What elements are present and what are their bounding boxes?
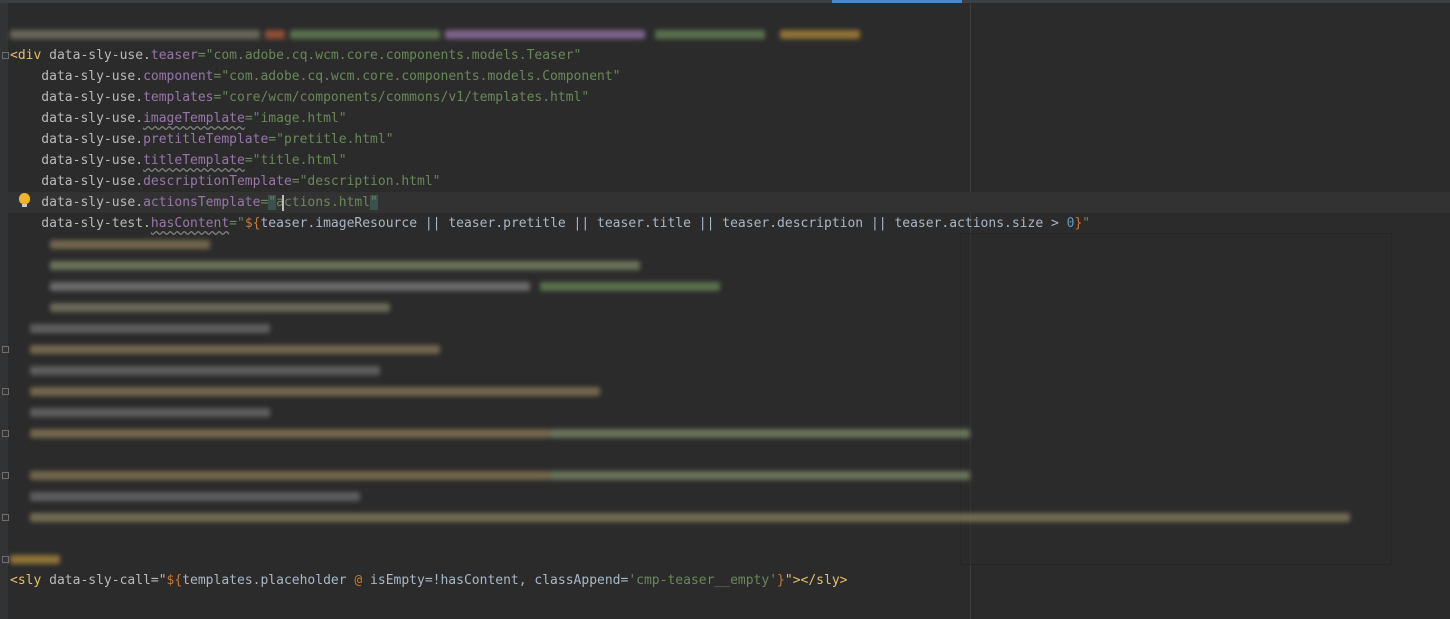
code-token: isEmpty=!hasContent, classAppend= bbox=[362, 573, 629, 588]
code-line[interactable]: data-sly-use.pretitleTemplate="pretitle.… bbox=[10, 129, 394, 150]
code-token: titleTemplate bbox=[143, 153, 245, 168]
code-token: actions.html bbox=[276, 195, 371, 210]
code-token: data-sly-call=" bbox=[41, 573, 167, 588]
blurred-code-body bbox=[10, 236, 1390, 564]
code-token: ="pretitle.html" bbox=[268, 132, 394, 147]
code-token: templates bbox=[143, 90, 214, 105]
code-token: <sly bbox=[10, 573, 42, 588]
code-token: <div bbox=[10, 48, 42, 63]
code-token: data-sly-use. bbox=[10, 195, 144, 210]
fold-marker[interactable] bbox=[2, 472, 9, 479]
blurred-code-top bbox=[10, 28, 870, 42]
editor-tab-strip bbox=[0, 0, 1450, 3]
code-token: descriptionTemplate bbox=[143, 174, 292, 189]
code-token: teaser bbox=[150, 48, 198, 63]
code-token: teaser.imageResource || teaser.pretitle … bbox=[260, 216, 1067, 231]
code-token: hasContent bbox=[150, 216, 230, 231]
code-line[interactable]: data-sly-use.titleTemplate="title.html" bbox=[10, 150, 347, 171]
code-token: =" bbox=[229, 216, 245, 231]
code-token: actionsTemplate bbox=[143, 195, 261, 210]
code-line[interactable]: data-sly-use.imageTemplate="image.html" bbox=[10, 108, 347, 129]
active-tab-indicator[interactable] bbox=[832, 0, 962, 3]
code-token: ="com.adobe.cq.wcm.core.components.model… bbox=[213, 69, 621, 84]
code-token: } bbox=[777, 573, 785, 588]
fold-marker[interactable] bbox=[2, 430, 9, 437]
code-token: imageTemplate bbox=[143, 111, 245, 126]
code-token: ="description.html" bbox=[291, 174, 441, 189]
code-token: "></sly> bbox=[784, 573, 848, 588]
code-token: data-sly-use. bbox=[10, 90, 144, 105]
code-token: 'cmp-teaser__empty' bbox=[628, 573, 778, 588]
code-line[interactable]: data-sly-use.templates="core/wcm/compone… bbox=[10, 87, 589, 108]
code-token: " bbox=[268, 195, 277, 210]
code-token: data-sly-use. bbox=[41, 48, 151, 63]
code-line[interactable]: <sly data-sly-call="${templates.placehol… bbox=[10, 570, 848, 591]
code-token: data-sly-use. bbox=[10, 132, 144, 147]
code-line[interactable]: data-sly-test.hasContent="${teaser.image… bbox=[10, 213, 1090, 234]
fold-marker[interactable] bbox=[2, 514, 9, 521]
code-line[interactable]: data-sly-use.component="com.adobe.cq.wcm… bbox=[10, 66, 621, 87]
code-token: ="title.html" bbox=[244, 153, 347, 168]
code-token: data-sly-test. bbox=[10, 216, 151, 231]
code-token: pretitleTemplate bbox=[143, 132, 269, 147]
code-line[interactable]: <div data-sly-use.teaser="com.adobe.cq.w… bbox=[10, 45, 581, 66]
code-token: ="core/wcm/components/commons/v1/templat… bbox=[213, 90, 590, 105]
fold-marker[interactable] bbox=[2, 556, 9, 563]
code-token: ="image.html" bbox=[244, 111, 347, 126]
text-cursor bbox=[282, 195, 284, 211]
code-line[interactable]: data-sly-use.actionsTemplate="actions.ht… bbox=[10, 192, 378, 213]
code-token: data-sly-use. bbox=[10, 174, 144, 189]
editor-gutter bbox=[0, 3, 8, 619]
code-token: " bbox=[1082, 216, 1091, 231]
code-token: data-sly-use. bbox=[10, 111, 144, 126]
code-line[interactable]: data-sly-use.descriptionTemplate="descri… bbox=[10, 171, 441, 192]
code-token: data-sly-use. bbox=[10, 153, 144, 168]
fold-marker[interactable] bbox=[2, 52, 9, 59]
code-token: ="com.adobe.cq.wcm.core.components.model… bbox=[197, 48, 582, 63]
code-token: ${ bbox=[166, 573, 183, 588]
fold-marker[interactable] bbox=[2, 346, 9, 353]
code-token: ${ bbox=[244, 216, 261, 231]
fold-marker[interactable] bbox=[2, 388, 9, 395]
code-token: " bbox=[370, 195, 378, 210]
code-token: templates.placeholder bbox=[182, 573, 355, 588]
code-token: component bbox=[143, 69, 214, 84]
code-token: data-sly-use. bbox=[10, 69, 144, 84]
